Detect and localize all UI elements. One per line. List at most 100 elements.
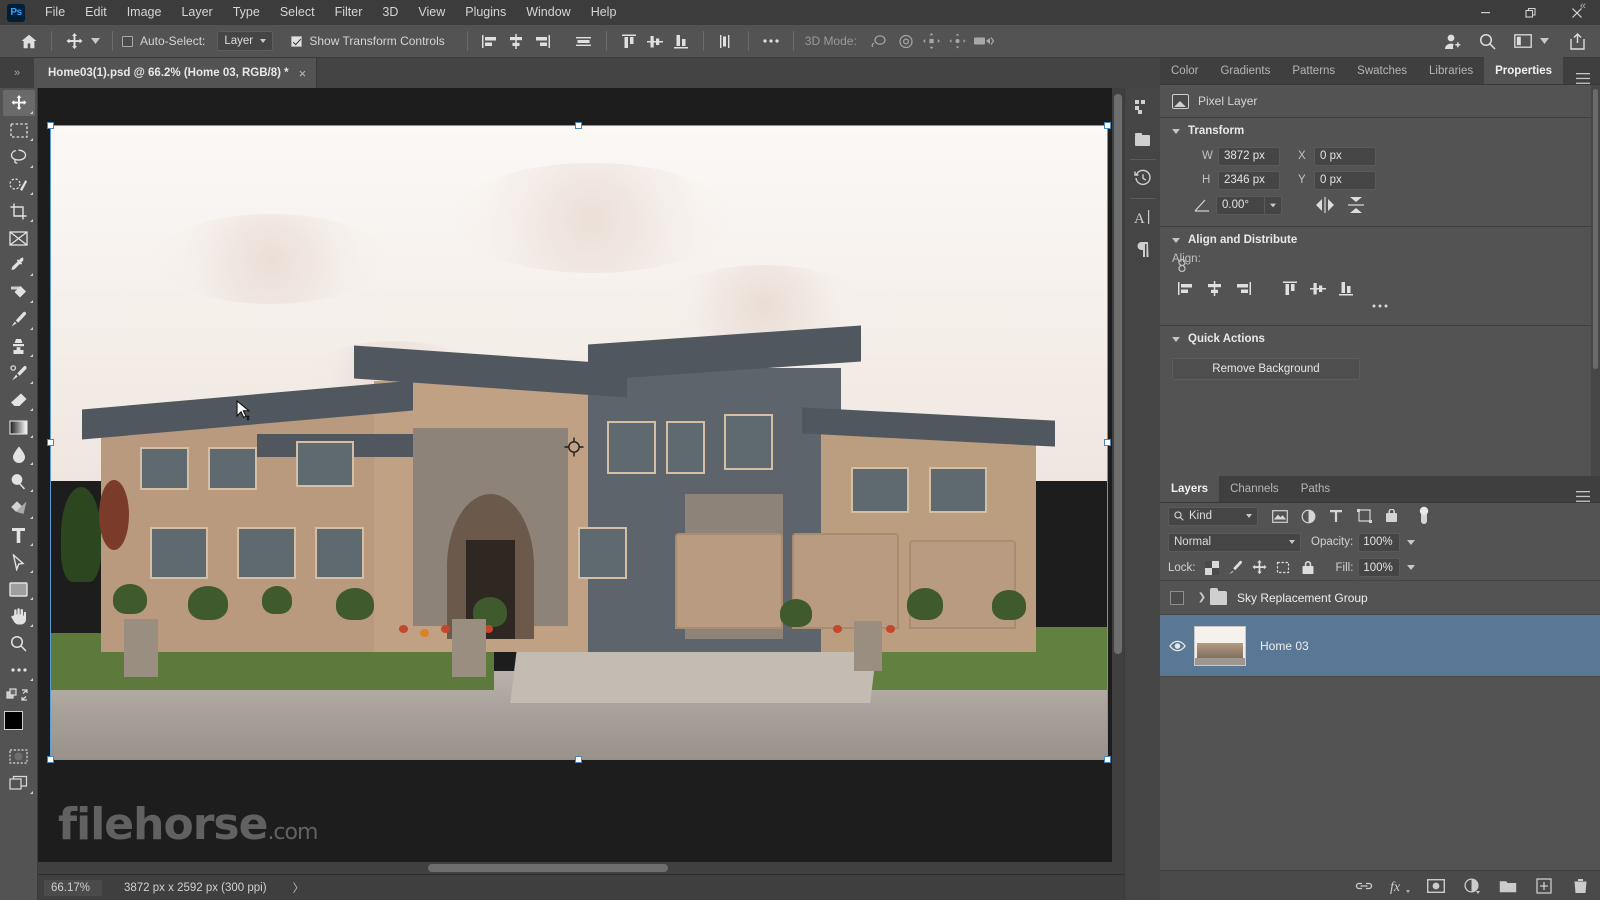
collapse-dock-button[interactable]: «	[1580, 0, 1586, 12]
filter-adjustment-icon[interactable]	[1296, 505, 1320, 527]
tab-channels[interactable]: Channels	[1219, 475, 1290, 502]
layer-thum bnail[interactable]	[1194, 626, 1246, 666]
filter-pixel-icon[interactable]	[1268, 505, 1292, 527]
lock-all-icon[interactable]	[1296, 557, 1320, 579]
tab-layers[interactable]: Layers	[1160, 475, 1219, 502]
align-left-edges-icon[interactable]	[1172, 276, 1200, 300]
default-colors-icon[interactable]	[3, 684, 35, 706]
distribute-horizontal-icon[interactable]	[571, 29, 597, 53]
filter-toggle-icon[interactable]	[1412, 505, 1436, 527]
chevron-down-icon[interactable]	[1536, 29, 1552, 53]
canvas-vertical-scrollbar[interactable]	[1112, 88, 1124, 862]
tab-paths[interactable]: Paths	[1290, 475, 1341, 502]
add-layer-mask-icon[interactable]	[1426, 876, 1446, 896]
character-icon[interactable]: A	[1128, 202, 1158, 232]
distribute-vertical-icon[interactable]	[713, 29, 739, 53]
clone-stamp-tool[interactable]	[3, 333, 35, 359]
lock-transparent-pixels-icon[interactable]	[1200, 557, 1224, 579]
move-tool-icon[interactable]	[61, 29, 87, 53]
foreground-color-swatch[interactable]	[4, 711, 23, 730]
scrollbar-thumb[interactable]	[1593, 89, 1598, 369]
align-left-edges-icon[interactable]	[477, 29, 503, 53]
menu-help[interactable]: Help	[581, 0, 627, 25]
roll-3d-icon[interactable]	[893, 29, 919, 53]
eraser-tool[interactable]	[3, 387, 35, 413]
eyedropper-tool[interactable]	[3, 252, 35, 278]
filter-smart-object-icon[interactable]	[1380, 505, 1404, 527]
status-expand-icon[interactable]: 〉	[293, 880, 305, 896]
menu-filter[interactable]: Filter	[325, 0, 373, 25]
libraries-icon[interactable]	[1128, 124, 1158, 154]
expand-panels-button[interactable]: »	[0, 58, 34, 88]
blend-mode-dropdown[interactable]: Normal	[1168, 533, 1301, 552]
lock-position-icon[interactable]	[1248, 557, 1272, 579]
slide-3d-icon[interactable]	[945, 29, 971, 53]
menu-plugins[interactable]: Plugins	[455, 0, 516, 25]
export-icon[interactable]	[1564, 29, 1590, 53]
filter-shape-icon[interactable]	[1352, 505, 1376, 527]
history-icon[interactable]	[1128, 163, 1158, 193]
lasso-tool[interactable]	[3, 144, 35, 170]
tab-swatches[interactable]: Swatches	[1346, 57, 1418, 84]
history-brush-tool[interactable]	[3, 360, 35, 386]
more-options-icon[interactable]	[758, 29, 784, 53]
move-tool[interactable]	[3, 90, 35, 116]
lock-artboard-nesting-icon[interactable]	[1272, 557, 1296, 579]
align-vertical-centers-icon[interactable]	[1304, 276, 1332, 300]
dodge-tool[interactable]	[3, 468, 35, 494]
align-horizontal-centers-icon[interactable]	[1200, 276, 1228, 300]
crop-tool[interactable]	[3, 198, 35, 224]
group-expand-chevron-right-icon[interactable]: ❯	[1194, 592, 1210, 603]
home-icon[interactable]	[16, 29, 42, 53]
close-icon[interactable]: ×	[299, 66, 307, 81]
filter-kind-dropdown[interactable]: Kind	[1168, 507, 1258, 526]
menu-edit[interactable]: Edit	[75, 0, 117, 25]
delete-layer-icon[interactable]	[1570, 876, 1590, 896]
align-bottom-edges-icon[interactable]	[1332, 276, 1360, 300]
pen-tool[interactable]	[3, 495, 35, 521]
align-bottom-edges-icon[interactable]	[668, 29, 694, 53]
minimize-button[interactable]	[1462, 0, 1508, 25]
blur-tool[interactable]	[3, 441, 35, 467]
hand-tool[interactable]	[3, 603, 35, 629]
flip-horizontal-icon[interactable]	[1308, 197, 1342, 213]
menu-view[interactable]: View	[408, 0, 455, 25]
new-group-icon[interactable]	[1498, 876, 1518, 896]
menu-file[interactable]: File	[35, 0, 75, 25]
orbit-3d-icon[interactable]	[867, 29, 893, 53]
menu-select[interactable]: Select	[270, 0, 325, 25]
rectangular-marquee-tool[interactable]	[3, 117, 35, 143]
auto-select-scope-dropdown[interactable]: Layer	[217, 31, 273, 51]
quick-mask-icon[interactable]	[3, 743, 35, 769]
camera-3d-icon[interactable]	[971, 29, 997, 53]
tab-gradients[interactable]: Gradients	[1209, 57, 1281, 84]
tool-preset-chevron-down-icon[interactable]	[87, 29, 103, 53]
layer-styles-icon[interactable]: fx	[1390, 876, 1410, 896]
tab-libraries[interactable]: Libraries	[1418, 57, 1484, 84]
opacity-chevron-down-icon[interactable]	[1403, 533, 1419, 552]
filter-type-icon[interactable]	[1324, 505, 1348, 527]
path-selection-tool[interactable]	[3, 549, 35, 575]
workspace-icon[interactable]	[1510, 29, 1536, 53]
scrollbar-thumb[interactable]	[428, 864, 668, 872]
fill-input[interactable]: 100%	[1358, 558, 1400, 577]
spot-healing-brush-tool[interactable]	[3, 279, 35, 305]
canvas-horizontal-scrollbar[interactable]	[38, 862, 1124, 874]
canvas-area[interactable]: filehorse.com	[38, 88, 1124, 862]
show-transform-controls-checkbox[interactable]	[291, 36, 302, 47]
tab-patterns[interactable]: Patterns	[1281, 57, 1346, 84]
layer-visibility-toggle[interactable]	[1160, 591, 1194, 605]
type-tool[interactable]	[3, 522, 35, 548]
menu-image[interactable]: Image	[117, 0, 172, 25]
link-dimensions-icon[interactable]	[1176, 257, 1188, 277]
zoom-tool[interactable]	[3, 630, 35, 656]
pan-3d-icon[interactable]	[919, 29, 945, 53]
fill-chevron-down-icon[interactable]	[1403, 558, 1419, 577]
transform-pivot-icon[interactable]	[564, 437, 582, 455]
panel-menu-icon[interactable]	[1566, 491, 1600, 502]
angle-chevron-down-icon[interactable]	[1264, 196, 1282, 215]
tab-properties[interactable]: Properties	[1484, 57, 1563, 84]
height-input[interactable]: 2346 px	[1218, 171, 1280, 190]
edit-toolbar-icon[interactable]	[3, 657, 35, 683]
align-horizontal-centers-icon[interactable]	[503, 29, 529, 53]
